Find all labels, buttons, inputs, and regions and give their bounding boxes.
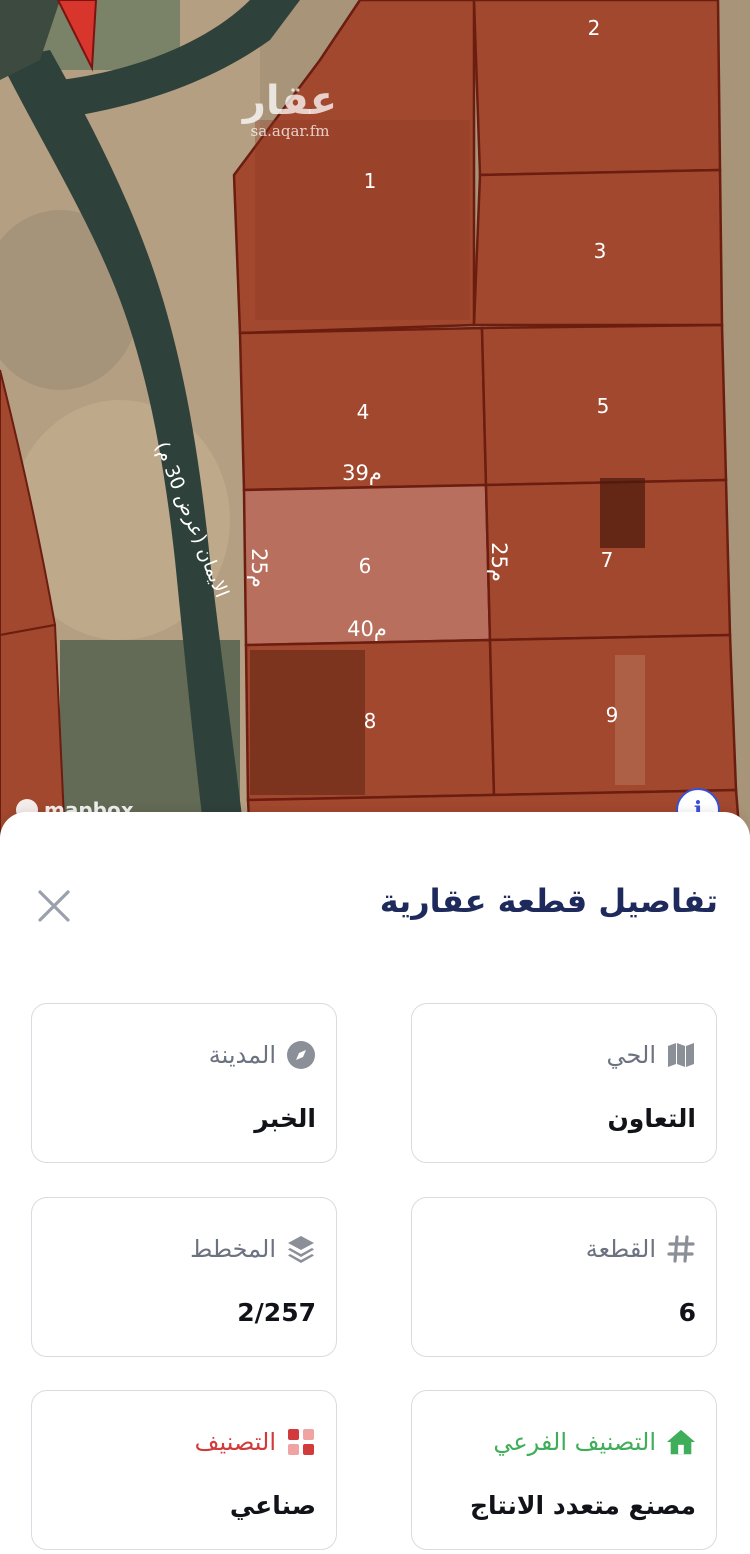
layers-icon	[286, 1234, 316, 1264]
subclass-label: التصنيف الفرعي	[493, 1428, 656, 1456]
map-view[interactable]: 1 2 3 4 5 6 7 8 9 39م 40م 25م 25م الايما…	[0, 0, 750, 840]
city-value: الخبر	[254, 1104, 316, 1133]
aqar-watermark: عقار sa.aqar.fm	[230, 80, 350, 140]
plot-number-7: 7	[601, 548, 614, 572]
plan-card: المخطط 2/257	[31, 1197, 337, 1357]
city-card: المدينة الخبر	[31, 1003, 337, 1163]
dimension-label-left: 25م	[247, 548, 271, 588]
home-icon	[666, 1427, 696, 1457]
plot-card: القطعة 6	[411, 1197, 717, 1357]
dimension-label-right: 25م	[487, 542, 511, 582]
plot-number-6: 6	[359, 554, 372, 578]
dimension-label-top: 39م	[342, 461, 382, 485]
classification-value: صناعي	[229, 1491, 316, 1520]
plot-number-5: 5	[597, 394, 610, 418]
classification-card: التصنيف صناعي	[31, 1390, 337, 1550]
city-label: المدينة	[208, 1041, 276, 1069]
hash-icon	[666, 1234, 696, 1264]
subclass-card: التصنيف الفرعي مصنع متعدد الانتاج	[411, 1390, 717, 1550]
compass-icon	[286, 1040, 316, 1070]
district-value: التعاون	[607, 1104, 696, 1133]
close-button[interactable]	[36, 888, 72, 924]
plot-details-sheet: تفاصيل قطعة عقارية الحي التعاون المدينة …	[0, 812, 750, 1554]
dimension-label-bottom: 40م	[347, 617, 387, 641]
plot-number-1: 1	[364, 169, 377, 193]
plot-label: القطعة	[585, 1235, 656, 1263]
plot-number-9: 9	[606, 703, 619, 727]
district-label: الحي	[606, 1041, 656, 1069]
map-icon	[666, 1040, 696, 1070]
subclass-value: مصنع متعدد الانتاج	[469, 1491, 696, 1520]
close-icon	[38, 890, 70, 922]
plot-value: 6	[678, 1298, 696, 1327]
aqar-url: sa.aqar.fm	[250, 122, 330, 140]
plot-number-2: 2	[588, 16, 601, 40]
sheet-title: تفاصيل قطعة عقارية	[379, 882, 718, 920]
plan-label: المخطط	[190, 1235, 276, 1263]
classification-label: التصنيف	[194, 1428, 276, 1456]
grid-icon	[286, 1427, 316, 1457]
aqar-logo: عقار	[242, 78, 338, 124]
plot-number-4: 4	[357, 400, 370, 424]
plot-number-3: 3	[594, 239, 607, 263]
plot-number-8: 8	[364, 709, 377, 733]
plan-value: 2/257	[237, 1298, 316, 1327]
district-card: الحي التعاون	[411, 1003, 717, 1163]
street-label: الايمان (عرض 30 م)	[150, 439, 233, 601]
plot-labels: 1 2 3 4 5 6 7 8 9 39م 40م 25م 25م الايما…	[150, 16, 619, 733]
